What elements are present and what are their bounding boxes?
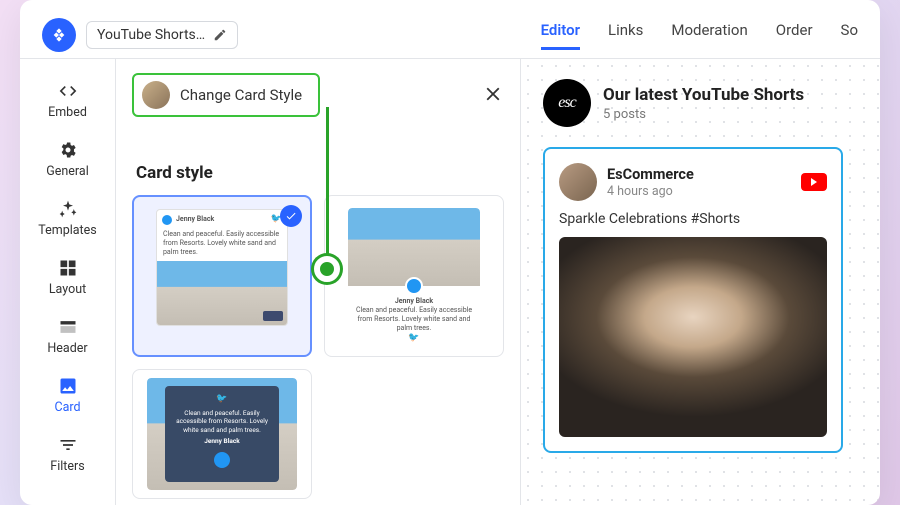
gear-icon <box>58 140 78 160</box>
tab-editor[interactable]: Editor <box>541 21 580 50</box>
app-window: YouTube Shorts… Editor Links Moderation … <box>20 0 880 505</box>
widget-title-edit[interactable]: YouTube Shorts… <box>86 21 238 49</box>
code-icon <box>58 81 78 101</box>
top-bar: YouTube Shorts… Editor Links Moderation … <box>20 0 880 58</box>
layout-icon <box>58 258 78 278</box>
body: Embed General Templates Layout Header Ca… <box>20 59 880 505</box>
card-style-option-3[interactable]: 🐦 Clean and peaceful. Easily accessible … <box>132 369 312 499</box>
sidebar-item-label: Header <box>47 341 87 356</box>
sparkles-icon <box>58 199 78 219</box>
post-time: 4 hours ago <box>607 184 694 199</box>
change-card-style-chip[interactable]: Change Card Style <box>132 73 320 117</box>
primary-tabs: Editor Links Moderation Order So <box>541 21 858 50</box>
sidebar-item-templates[interactable]: Templates <box>20 189 115 248</box>
tab-moderation[interactable]: Moderation <box>671 21 747 50</box>
image-icon <box>58 376 78 396</box>
post-caption: Sparkle Celebrations #Shorts <box>559 211 827 227</box>
preview-card[interactable]: EsCommerce 4 hours ago Sparkle Celebrati… <box>543 147 843 453</box>
tab-links[interactable]: Links <box>608 21 643 50</box>
widget-title-text: YouTube Shorts… <box>97 27 205 43</box>
sidebar-item-label: Layout <box>49 282 86 297</box>
sidebar-item-label: Filters <box>50 459 84 474</box>
preview-header: esc Our latest YouTube Shorts 5 posts <box>543 79 880 127</box>
sidebar-item-header[interactable]: Header <box>20 307 115 366</box>
preview-subtitle: 5 posts <box>603 107 804 122</box>
change-chip-label: Change Card Style <box>180 86 302 104</box>
card-style-option-1[interactable]: Jenny Black🐦 Clean and peaceful. Easily … <box>132 195 312 357</box>
close-icon <box>482 83 504 105</box>
sidebar-item-label: General <box>46 164 89 179</box>
sidebar-item-layout[interactable]: Layout <box>20 248 115 307</box>
avatar-icon <box>142 81 170 109</box>
preview-pane: esc Our latest YouTube Shorts 5 posts Es… <box>520 59 880 505</box>
header-icon <box>58 317 78 337</box>
funnel-icon <box>58 435 78 455</box>
close-button[interactable] <box>482 79 504 112</box>
sidebar-item-filters[interactable]: Filters <box>20 425 115 484</box>
card-style-option-2[interactable]: Jenny BlackClean and peaceful. Easily ac… <box>324 195 504 357</box>
post-image <box>559 237 827 437</box>
sidebar-item-label: Embed <box>48 105 87 120</box>
selected-badge <box>280 205 302 227</box>
author-name: EsCommerce <box>607 166 694 183</box>
tab-more[interactable]: So <box>841 21 858 50</box>
style-thumbnail: Jenny BlackClean and peaceful. Easily ac… <box>348 208 480 349</box>
sidebar-item-embed[interactable]: Embed <box>20 71 115 130</box>
callout-pointer <box>314 107 340 282</box>
style-thumbnail: Jenny Black🐦 Clean and peaceful. Easily … <box>156 209 288 326</box>
tab-order[interactable]: Order <box>776 21 813 50</box>
settings-panel: Change Card Style Card style Jenny Black… <box>116 59 520 505</box>
author-avatar <box>559 163 597 201</box>
check-icon <box>285 210 297 222</box>
sidebar-item-label: Templates <box>38 223 96 238</box>
style-thumbnail: 🐦 Clean and peaceful. Easily accessible … <box>147 378 297 490</box>
left-sidebar: Embed General Templates Layout Header Ca… <box>20 59 116 505</box>
channel-logo: esc <box>543 79 591 127</box>
pencil-icon <box>213 28 227 42</box>
sidebar-item-label: Card <box>54 400 80 415</box>
brand-logo[interactable] <box>42 18 76 52</box>
preview-title: Our latest YouTube Shorts <box>603 85 804 105</box>
brand-icon <box>51 27 67 43</box>
youtube-icon <box>801 173 827 191</box>
sidebar-item-card[interactable]: Card <box>20 366 115 425</box>
sidebar-item-general[interactable]: General <box>20 130 115 189</box>
